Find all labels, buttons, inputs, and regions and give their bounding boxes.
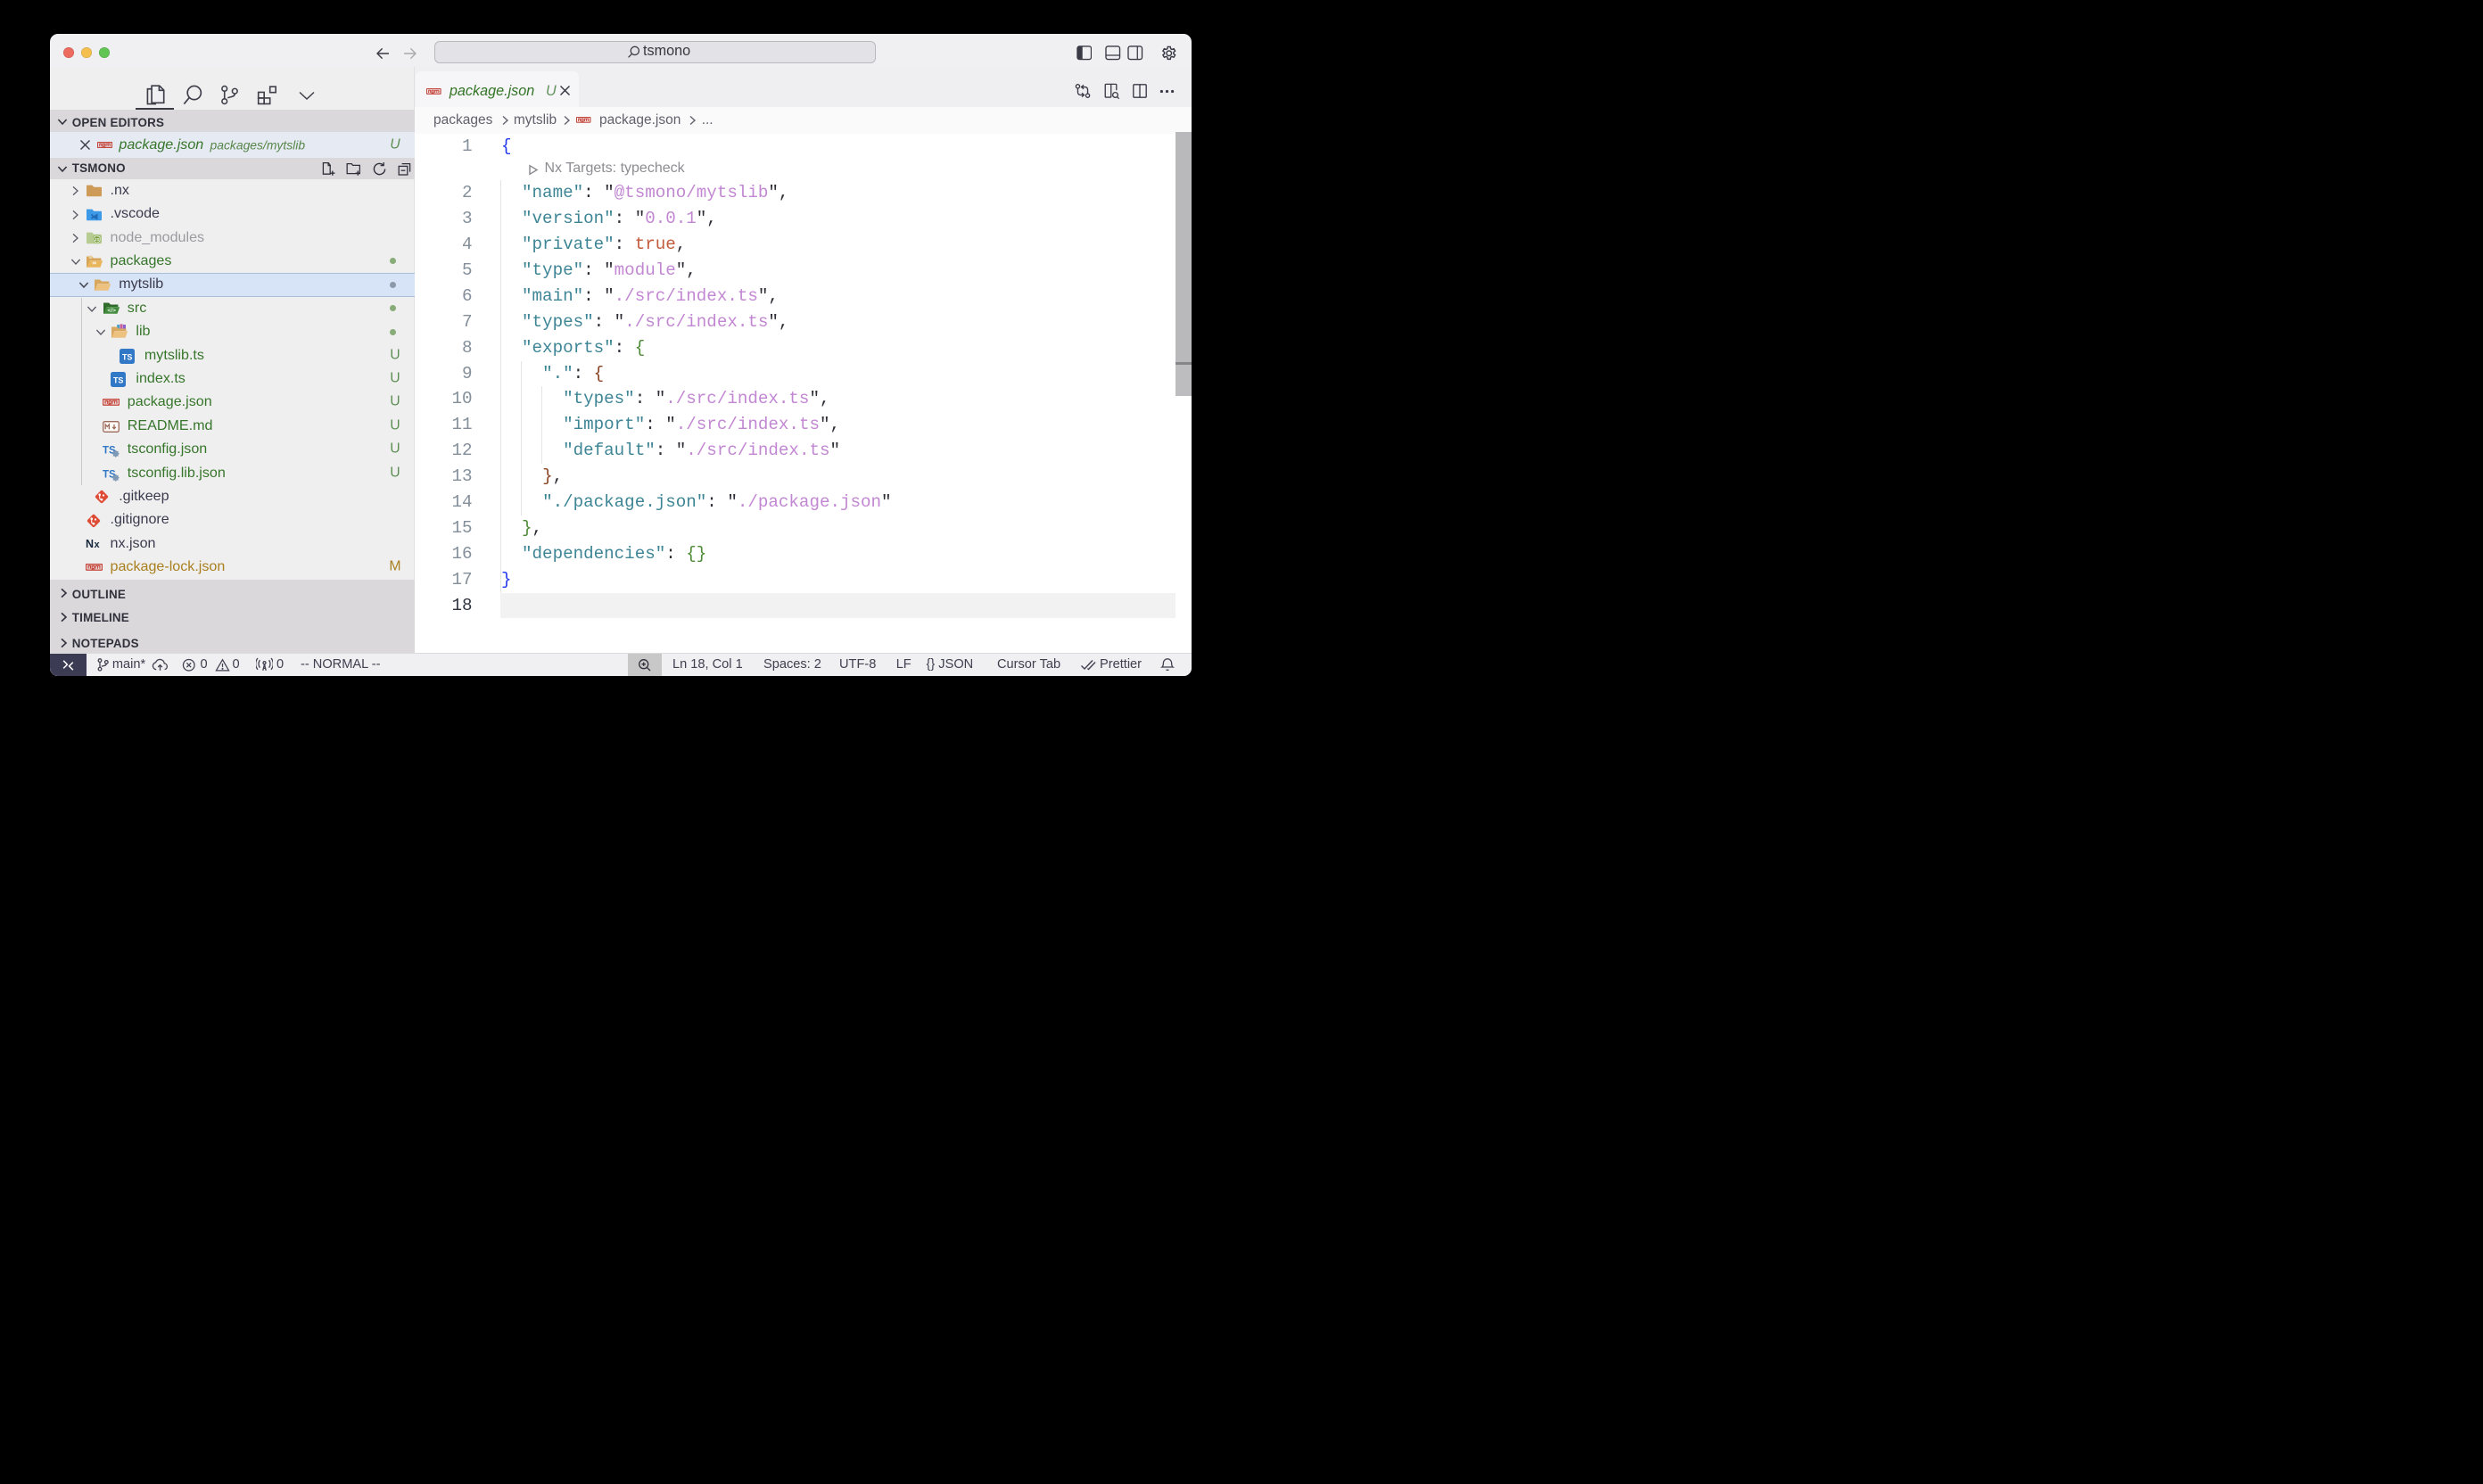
svg-text:N: N: [86, 538, 94, 550]
svg-text:x: x: [94, 540, 100, 550]
svg-text:</>: </>: [107, 308, 116, 314]
svg-text:JS: JS: [94, 237, 99, 242]
svg-text:TS: TS: [121, 352, 132, 361]
svg-text:TS: TS: [113, 376, 124, 385]
